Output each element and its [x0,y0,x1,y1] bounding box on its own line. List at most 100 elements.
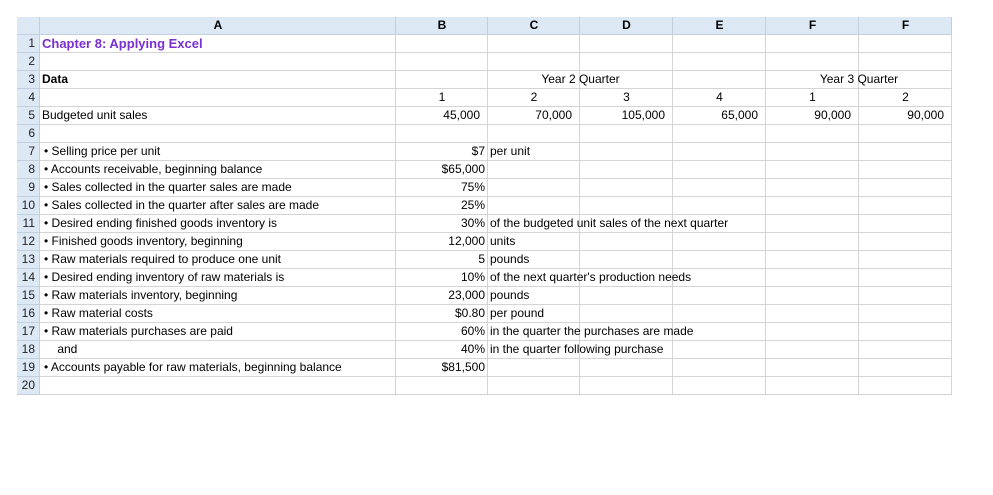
row-header-9[interactable]: 9 [17,179,40,197]
cell-A15[interactable] [40,287,396,305]
cell-A5[interactable] [40,107,396,125]
cell-A14[interactable] [40,269,396,287]
cell-G12[interactable] [859,233,952,251]
cell-F5[interactable] [766,107,859,125]
cell-A6[interactable] [40,125,396,143]
cell-A20[interactable] [40,377,396,395]
cell-E6[interactable] [673,125,766,143]
cell-G9[interactable] [859,179,952,197]
cell-E14[interactable] [673,269,766,287]
cell-D9[interactable] [580,179,673,197]
cell-C4[interactable] [488,89,580,107]
cell-B4[interactable] [396,89,488,107]
cell-F6[interactable] [766,125,859,143]
cell-A10[interactable] [40,197,396,215]
cell-F18[interactable] [766,341,859,359]
cell-D1[interactable] [580,35,673,53]
cell-C8[interactable] [488,161,580,179]
cell-D14[interactable] [580,269,673,287]
select-all-corner[interactable] [17,17,40,35]
cell-B6[interactable] [396,125,488,143]
cell-C6[interactable] [488,125,580,143]
row-header-7[interactable]: 7 [17,143,40,161]
cell-A8[interactable] [40,161,396,179]
cell-G16[interactable] [859,305,952,323]
cell-C9[interactable] [488,179,580,197]
cell-C18[interactable] [488,341,580,359]
cell-C12[interactable] [488,233,580,251]
cell-E9[interactable] [673,179,766,197]
cell-D10[interactable] [580,197,673,215]
cell-B13[interactable] [396,251,488,269]
cell-A3[interactable] [40,71,396,89]
cell-B8[interactable] [396,161,488,179]
cell-G19[interactable] [859,359,952,377]
cell-C17[interactable] [488,323,580,341]
row-header-13[interactable]: 13 [17,251,40,269]
cell-G2[interactable] [859,53,952,71]
column-header-c[interactable]: C [488,17,580,35]
cell-G14[interactable] [859,269,952,287]
cell-F20[interactable] [766,377,859,395]
cell-E10[interactable] [673,197,766,215]
cell-F8[interactable] [766,161,859,179]
cell-C15[interactable] [488,287,580,305]
cell-D2[interactable] [580,53,673,71]
cell-E16[interactable] [673,305,766,323]
cell-E19[interactable] [673,359,766,377]
cell-B7[interactable] [396,143,488,161]
cell-A2[interactable] [40,53,396,71]
cell-D6[interactable] [580,125,673,143]
cell-F17[interactable] [766,323,859,341]
cell-F16[interactable] [766,305,859,323]
cell-D16[interactable] [580,305,673,323]
cell-E17[interactable] [673,323,766,341]
cell-G13[interactable] [859,251,952,269]
cell-G5[interactable] [859,107,952,125]
cell-C5[interactable] [488,107,580,125]
cell-B18[interactable] [396,341,488,359]
cell-F14[interactable] [766,269,859,287]
cell-F7[interactable] [766,143,859,161]
row-header-8[interactable]: 8 [17,161,40,179]
cell-B9[interactable] [396,179,488,197]
cell-B20[interactable] [396,377,488,395]
cell-C2[interactable] [488,53,580,71]
row-header-15[interactable]: 15 [17,287,40,305]
cell-E1[interactable] [673,35,766,53]
cell-G8[interactable] [859,161,952,179]
cell-D15[interactable] [580,287,673,305]
cell-E7[interactable] [673,143,766,161]
cell-B1[interactable] [396,35,488,53]
cell-E12[interactable] [673,233,766,251]
cell-E2[interactable] [673,53,766,71]
row-header-2[interactable]: 2 [17,53,40,71]
cell-B10[interactable] [396,197,488,215]
row-header-11[interactable]: 11 [17,215,40,233]
cell-F4[interactable] [766,89,859,107]
cell-A19[interactable] [40,359,396,377]
row-header-10[interactable]: 10 [17,197,40,215]
cell-A1[interactable] [40,35,396,53]
cell-A18[interactable] [40,341,396,359]
cell-F2[interactable] [766,53,859,71]
cell-B16[interactable] [396,305,488,323]
cell-E20[interactable] [673,377,766,395]
row-header-1[interactable]: 1 [17,35,40,53]
row-header-19[interactable]: 19 [17,359,40,377]
column-header-f[interactable]: F [859,17,952,35]
cell-D17[interactable] [580,323,673,341]
cell-G3[interactable] [859,71,952,89]
row-header-17[interactable]: 17 [17,323,40,341]
cell-C20[interactable] [488,377,580,395]
cell-E8[interactable] [673,161,766,179]
cell-C16[interactable] [488,305,580,323]
cell-F13[interactable] [766,251,859,269]
cell-A16[interactable] [40,305,396,323]
row-header-4[interactable]: 4 [17,89,40,107]
cell-B3[interactable] [396,71,488,89]
cell-C11[interactable] [488,215,580,233]
cell-A7[interactable] [40,143,396,161]
cell-C14[interactable] [488,269,580,287]
cell-F11[interactable] [766,215,859,233]
